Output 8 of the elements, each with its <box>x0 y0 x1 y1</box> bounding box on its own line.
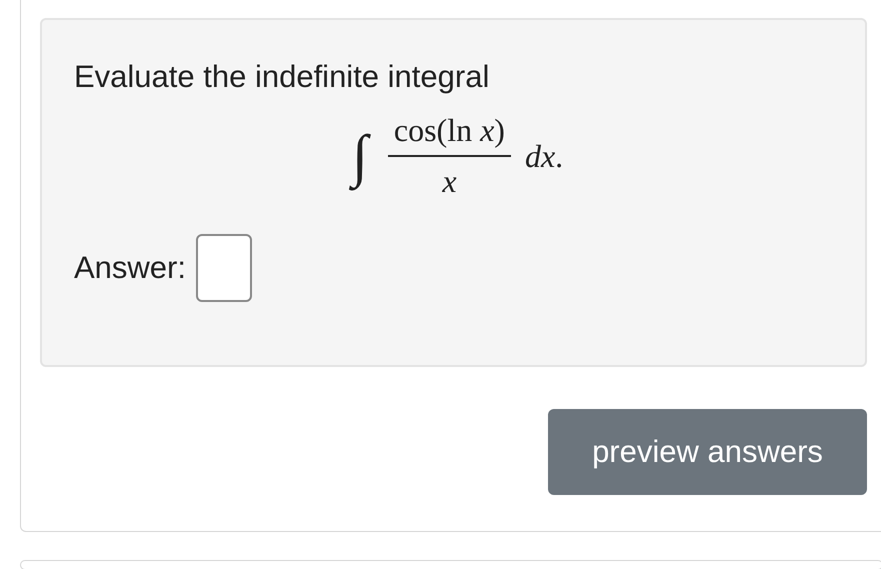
preview-answers-button[interactable]: preview answers <box>548 409 867 495</box>
differential: dx. <box>524 138 564 174</box>
fraction-numerator: cos(ln x) <box>388 112 511 157</box>
integral-sign: ∫ <box>346 115 374 197</box>
problem-prompt: Evaluate the indefinite integral <box>74 58 490 96</box>
fraction-denominator: x <box>442 162 457 200</box>
answer-field[interactable] <box>196 234 252 302</box>
answer-label: Answer: <box>74 250 186 286</box>
